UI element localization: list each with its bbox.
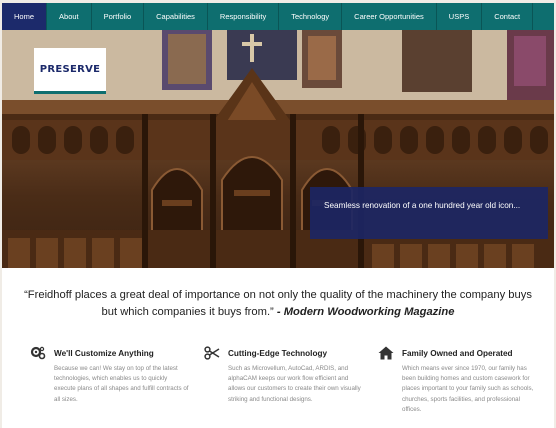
nav-career-opportunities[interactable]: Career Opportunities (342, 3, 437, 30)
nav-home[interactable]: Home (2, 3, 48, 30)
nav-portfolio[interactable]: Portfolio (92, 3, 145, 30)
nav-capabilities[interactable]: Capabilities (144, 3, 208, 30)
feature-title: Cutting-Edge Technology (228, 348, 327, 358)
feature-body: Such as Microvellum, AutoCad, ARDIS, and… (228, 365, 361, 403)
nav-usps[interactable]: USPS (437, 3, 483, 30)
feature-body: Because we can! We stay on top of the la… (54, 365, 189, 403)
hero-caption: Seamless renovation of a one hundred yea… (310, 187, 548, 239)
nav-contact[interactable]: Contact (482, 3, 534, 30)
preserve-logo: PRESERVE (34, 48, 106, 94)
page: Home About Portfolio Capabilities Respon… (2, 3, 554, 428)
hero-banner: PRESERVE Seamless renovation of a one hu… (2, 30, 554, 268)
nav-technology[interactable]: Technology (279, 3, 343, 30)
quote-source: - Modern Woodworking Magazine (273, 306, 455, 318)
feature-body: Which means ever since 1970, our family … (402, 365, 534, 413)
testimonial-quote: “Freidhoff places a great deal of import… (22, 287, 534, 321)
features-section: We'll Customize Anything Because we can!… (2, 346, 554, 428)
main-nav: Home About Portfolio Capabilities Respon… (2, 3, 554, 30)
feature-family: Family Owned and Operated Which means ev… (378, 346, 538, 415)
gears-icon (30, 346, 46, 360)
feature-title: We'll Customize Anything (54, 348, 154, 358)
nav-responsibility[interactable]: Responsibility (208, 3, 280, 30)
nav-about[interactable]: About (47, 3, 92, 30)
preserve-logo-text: PRESERVE (39, 64, 101, 75)
home-icon (378, 346, 394, 360)
feature-technology: Cutting-Edge Technology Such as Microvel… (204, 346, 364, 405)
feature-title: Family Owned and Operated (402, 348, 513, 358)
scissors-icon (204, 346, 220, 360)
feature-customize: We'll Customize Anything Because we can!… (30, 346, 190, 405)
